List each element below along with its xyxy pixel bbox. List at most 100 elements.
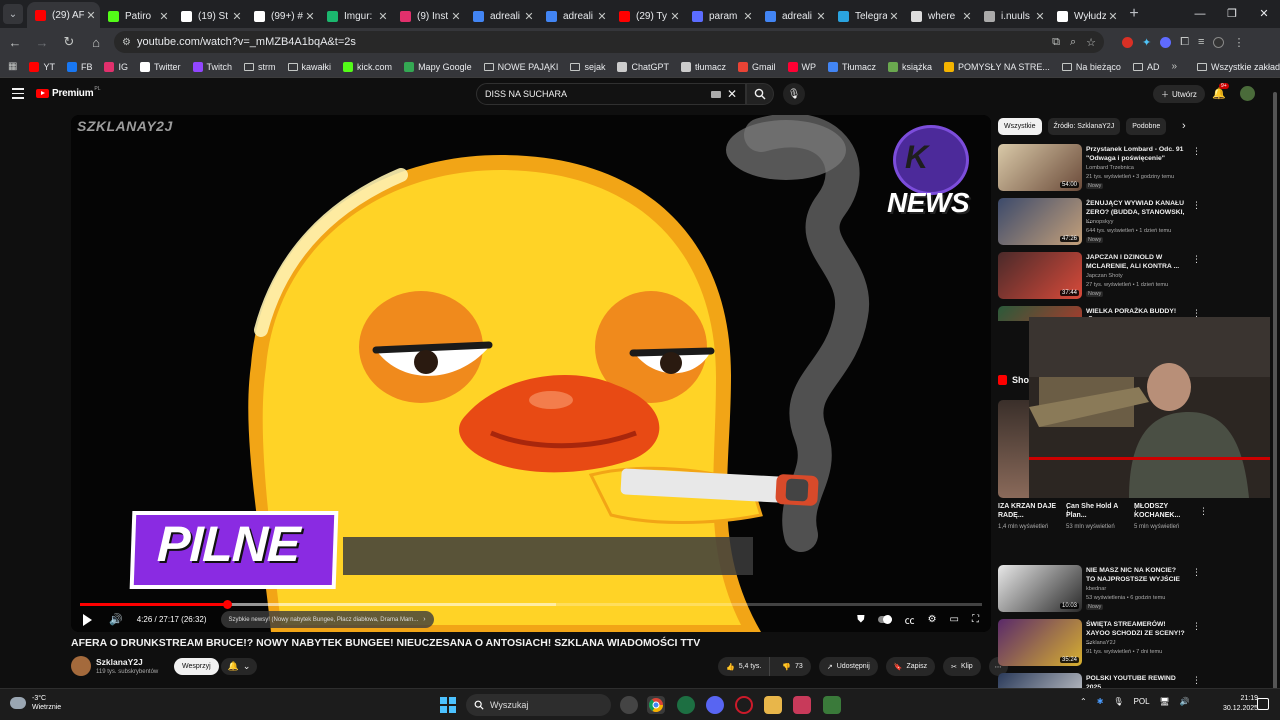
keyboard-icon[interactable] bbox=[710, 90, 721, 98]
like-button[interactable]: 👍 5,4 tys. bbox=[718, 657, 771, 676]
dislike-button[interactable]: 👎 73 bbox=[774, 657, 811, 676]
address-bar[interactable]: ⚙ youtube.com/watch?v=_mMZB4A1bqA&t=2s ⧉… bbox=[114, 31, 1104, 53]
profile-icon[interactable] bbox=[1213, 36, 1225, 48]
browser-tab[interactable]: Patiro ✕ bbox=[100, 4, 173, 28]
filter-chip[interactable]: Wszystkie bbox=[998, 118, 1042, 135]
miniplayer-icon[interactable]: ▭ bbox=[950, 614, 959, 625]
page-scrollbar[interactable] bbox=[1270, 80, 1280, 692]
weather-widget[interactable]: -3°C Wietrznie bbox=[10, 694, 61, 712]
short-title[interactable]: Can She Hold A Plan... bbox=[1066, 502, 1132, 520]
record-extension-icon[interactable] bbox=[1122, 36, 1133, 48]
more-options-icon[interactable]: ⋮ bbox=[1192, 675, 1201, 686]
youtube-premium-logo[interactable]: Premium PL bbox=[36, 86, 101, 99]
bookmark-item[interactable]: IG bbox=[104, 61, 128, 72]
recommended-title[interactable]: POLSKI YOUTUBE REWIND 2025 bbox=[1086, 674, 1186, 688]
fullscreen-icon[interactable]: ⛶ bbox=[972, 614, 979, 625]
browser-tab[interactable]: Wyłudz ✕ bbox=[1049, 4, 1122, 28]
clip-button[interactable]: ✂ Klip bbox=[943, 657, 981, 676]
streaming-app-icon[interactable] bbox=[793, 696, 811, 714]
browser-tab[interactable]: adreali ✕ bbox=[757, 4, 830, 28]
browser-tab[interactable]: Imgur: ✕ bbox=[319, 4, 392, 28]
chevron-up-icon[interactable]: ⌃ bbox=[1080, 697, 1087, 706]
close-tab-icon[interactable]: ✕ bbox=[1108, 10, 1118, 23]
browser-tab[interactable]: i.nuuls ✕ bbox=[976, 4, 1049, 28]
subtitles-icon[interactable]: ㏄ bbox=[905, 612, 915, 627]
account-avatar[interactable] bbox=[1240, 86, 1255, 101]
recommended-video[interactable]: POLSKI YOUTUBE REWIND 2025 ⋮ bbox=[998, 673, 1204, 688]
site-info-icon[interactable]: ⚙ bbox=[122, 37, 131, 48]
bookmark-item[interactable]: Mapy Google bbox=[404, 61, 472, 72]
volume-icon[interactable]: 🔊 bbox=[1180, 697, 1190, 706]
video-thumbnail[interactable]: 47:26 bbox=[998, 198, 1082, 245]
close-window-icon[interactable]: ✕ bbox=[1248, 0, 1280, 28]
share-button[interactable]: ↗ Udostępnij bbox=[818, 657, 878, 676]
sponsor-shield-icon[interactable]: ⛊ bbox=[857, 614, 865, 625]
new-tab-button[interactable]: + bbox=[1122, 5, 1146, 23]
settings-gear-icon[interactable]: ⚙ bbox=[928, 614, 937, 625]
bookmark-item[interactable]: kawałki bbox=[287, 62, 331, 72]
bookmark-item[interactable]: Tłumacz bbox=[828, 61, 876, 72]
close-tab-icon[interactable]: ✕ bbox=[889, 10, 899, 23]
menu-kebab-icon[interactable]: ⋮ bbox=[1233, 36, 1244, 49]
progress-bar[interactable] bbox=[80, 600, 982, 609]
short-title[interactable]: IZA KRZAN DAJE RADĘ... bbox=[998, 502, 1064, 520]
extensions-puzzle-icon[interactable]: ⧠ bbox=[1180, 36, 1189, 49]
close-tab-icon[interactable]: ✕ bbox=[86, 9, 96, 22]
bookmark-item[interactable]: strm bbox=[244, 62, 276, 72]
short-title[interactable]: MŁODSZY KOCHANEK... bbox=[1134, 502, 1200, 520]
bookmark-star-icon[interactable]: ☆ bbox=[1086, 36, 1096, 49]
video-thumbnail[interactable]: 10:03 bbox=[998, 565, 1082, 612]
language-indicator[interactable]: POL bbox=[1134, 697, 1150, 706]
app-icon[interactable] bbox=[823, 696, 841, 714]
tab-search-icon[interactable]: ⌄ bbox=[3, 4, 23, 24]
close-tab-icon[interactable]: ✕ bbox=[743, 10, 753, 23]
copilot-app-icon[interactable] bbox=[620, 696, 638, 714]
taskbar-search[interactable]: Wyszukaj bbox=[466, 694, 611, 716]
search-input[interactable]: DISS NA SUCHARA ✕ bbox=[476, 83, 746, 105]
close-tab-icon[interactable]: ✕ bbox=[524, 10, 534, 23]
extension-icon[interactable]: ✦ bbox=[1142, 36, 1151, 49]
back-icon[interactable]: ← bbox=[3, 35, 27, 50]
extension-icon[interactable] bbox=[1160, 36, 1172, 48]
filter-chip[interactable]: Źródło: SzklanaY2J bbox=[1047, 118, 1121, 135]
network-icon[interactable]: 🖥 bbox=[1160, 697, 1170, 706]
browser-tab[interactable]: adreali ✕ bbox=[538, 4, 611, 28]
media-control-icon[interactable]: ≡ bbox=[1198, 36, 1204, 48]
bookmark-item[interactable]: książka bbox=[888, 61, 932, 72]
video-thumbnail[interactable]: 54:00 bbox=[998, 144, 1082, 191]
play-icon[interactable] bbox=[83, 613, 92, 626]
notifications-button[interactable]: 🔔 9+ bbox=[1212, 83, 1229, 100]
more-bookmarks-icon[interactable]: » bbox=[1171, 61, 1177, 72]
close-tab-icon[interactable]: ✕ bbox=[597, 10, 607, 23]
taskbar-clock[interactable]: 21:19 30.12.2025 bbox=[1223, 694, 1258, 714]
more-options-icon[interactable]: ⋮ bbox=[1192, 254, 1201, 265]
close-tab-icon[interactable]: ✕ bbox=[305, 10, 315, 23]
install-icon[interactable]: ⧉ bbox=[1052, 36, 1060, 49]
apps-grid-icon[interactable]: ▦ bbox=[8, 61, 17, 72]
chevron-right-icon[interactable]: › bbox=[1182, 120, 1186, 132]
bookmark-item[interactable]: FB bbox=[66, 61, 92, 72]
start-button[interactable] bbox=[440, 697, 456, 713]
bookmark-item[interactable]: Twitter bbox=[140, 61, 181, 72]
hamburger-menu-icon[interactable] bbox=[12, 88, 24, 100]
recommended-video[interactable]: 35:24 ŚWIĘTA STREAMERÓW! XAYOO SCHODZI ZE… bbox=[998, 619, 1204, 667]
search-button[interactable] bbox=[746, 83, 774, 105]
close-tab-icon[interactable]: ✕ bbox=[451, 10, 461, 23]
channel-name[interactable]: SzklanaY2J bbox=[96, 657, 143, 667]
volume-icon[interactable]: 🔊 bbox=[109, 613, 123, 626]
bookmark-item[interactable]: NOWE PAJĄKI bbox=[483, 62, 558, 72]
recommended-video[interactable]: 47:26 ŻENUJĄCY WYWIAD KANAŁU ZERO? (BUDDA… bbox=[998, 198, 1204, 246]
vpn-app-icon[interactable] bbox=[677, 696, 695, 714]
forward-icon[interactable]: → bbox=[30, 35, 54, 50]
video-player[interactable]: SZKLANAY2J K NEWS PILNE 🔊 4:26 / 27:17 (… bbox=[71, 115, 991, 632]
browser-tab[interactable]: (29) Ty ✕ bbox=[611, 4, 684, 28]
browser-tab[interactable]: (9) Inst ✕ bbox=[392, 4, 465, 28]
browser-tab[interactable]: (29) AF ✕ bbox=[27, 2, 100, 28]
bookmark-item[interactable]: kick.com bbox=[343, 61, 392, 72]
more-options-icon[interactable]: ⋮ bbox=[1192, 621, 1201, 632]
discord-app-icon[interactable] bbox=[706, 696, 724, 714]
browser-tab[interactable]: param ✕ bbox=[684, 4, 757, 28]
channel-avatar[interactable] bbox=[71, 656, 91, 676]
close-tab-icon[interactable]: ✕ bbox=[670, 10, 680, 23]
home-icon[interactable]: ⌂ bbox=[84, 35, 108, 50]
